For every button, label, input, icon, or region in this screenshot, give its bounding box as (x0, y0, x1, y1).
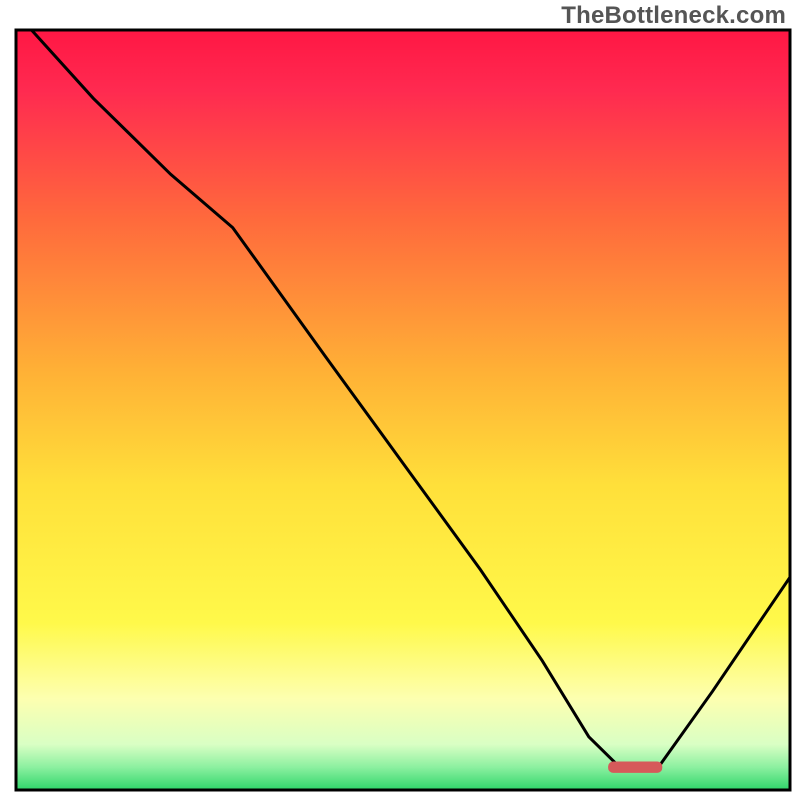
optimal-marker (608, 762, 662, 773)
watermark-text: TheBottleneck.com (561, 2, 786, 30)
bottleneck-chart (0, 0, 800, 800)
gradient-background (16, 30, 790, 790)
chart-container: TheBottleneck.com (0, 0, 800, 800)
